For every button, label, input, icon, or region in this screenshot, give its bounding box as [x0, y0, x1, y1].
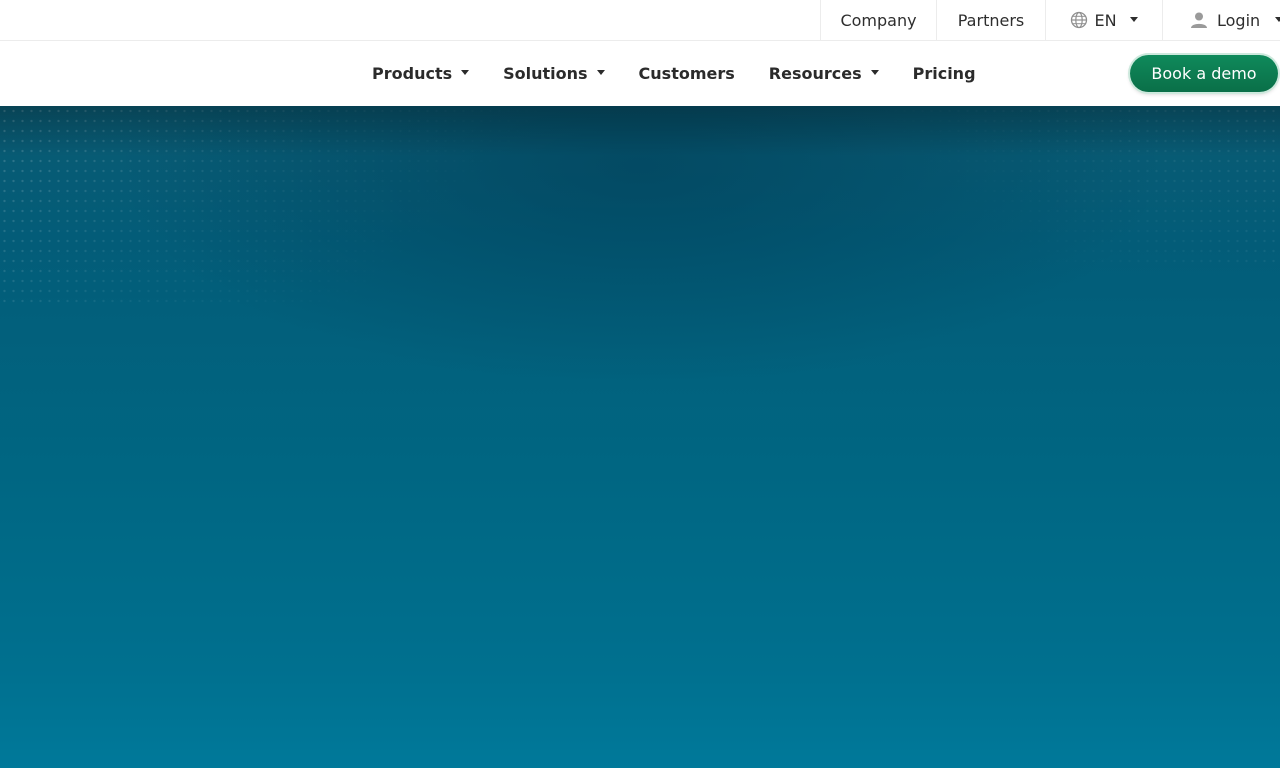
nav-products-label: Products	[372, 64, 453, 83]
user-icon	[1189, 10, 1209, 30]
nav-resources[interactable]: Resources	[769, 64, 879, 83]
nav-customers-label: Customers	[638, 64, 735, 83]
caret-down-icon	[1129, 16, 1138, 22]
company-link-label: Company	[840, 10, 917, 30]
caret-down-icon	[461, 70, 470, 75]
language-selector[interactable]: EN	[1045, 0, 1162, 40]
nav-resources-label: Resources	[768, 64, 862, 83]
hero-section	[0, 106, 1280, 768]
nav-products[interactable]: Products	[372, 64, 470, 83]
nav-pricing[interactable]: Pricing	[913, 64, 976, 83]
nav-links: Products Solutions Customers Resources P…	[372, 41, 1010, 106]
utility-bar: Company Partners EN Login	[0, 0, 1280, 41]
company-link[interactable]: Company	[820, 0, 936, 40]
book-demo-button[interactable]: Book a demo	[1130, 55, 1278, 92]
nav-pricing-label: Pricing	[912, 64, 976, 83]
partners-link[interactable]: Partners	[936, 0, 1045, 40]
caret-down-icon	[596, 70, 605, 75]
language-label: EN	[1094, 10, 1117, 30]
book-demo-label: Book a demo	[1151, 64, 1257, 83]
nav-solutions[interactable]: Solutions	[503, 64, 605, 83]
login-link[interactable]: Login	[1162, 0, 1280, 40]
globe-icon	[1070, 11, 1088, 29]
nav-solutions-label: Solutions	[503, 64, 588, 83]
utility-links: Company Partners EN Login	[820, 0, 1280, 40]
main-navigation: Products Solutions Customers Resources P…	[0, 41, 1280, 106]
caret-down-icon	[870, 70, 879, 75]
nav-customers[interactable]: Customers	[639, 64, 735, 83]
partners-link-label: Partners	[957, 10, 1025, 30]
caret-down-icon	[1275, 16, 1280, 22]
login-label: Login	[1217, 10, 1261, 30]
hero-top-shadow	[0, 106, 1280, 156]
